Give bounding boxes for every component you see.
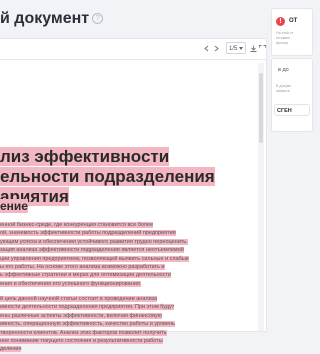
text-line: й цель данной научной статьи состоит в п… xyxy=(0,296,158,302)
document-viewer: 1/5 лиз эффективности ельности подраздел… xyxy=(0,38,267,353)
text-line: ции управления предприятием, позволяющей… xyxy=(0,255,189,262)
document-page: лиз эффективности ельности подразделения… xyxy=(0,63,258,353)
page-select[interactable]: 1/5 xyxy=(226,42,246,54)
text-line: зация анализа эффективности подразделени… xyxy=(0,247,184,254)
text-line: енной бизнес-среде, где конкуренция стан… xyxy=(0,222,154,228)
generate-button[interactable]: СГЕН xyxy=(274,104,310,116)
heading-line: лиз эффективности xyxy=(0,147,170,166)
paragraph: й цель данной научной статьи состоит в п… xyxy=(0,295,258,354)
chevron-down-icon xyxy=(239,47,243,50)
download-icon[interactable] xyxy=(250,45,257,52)
text-line: ы его работы. На основе этого анализа во… xyxy=(0,264,165,271)
chevron-right-icon[interactable] xyxy=(213,45,220,52)
page-title: й документ? xyxy=(0,10,104,28)
vertical-scrollbar[interactable] xyxy=(258,63,264,331)
page-title-text: й документ xyxy=(0,10,90,27)
text-line: деления xyxy=(0,346,22,353)
section-title: ение xyxy=(0,199,28,213)
page-select-value: 1/5 xyxy=(229,46,238,52)
info-label: в до xyxy=(278,67,289,73)
info-card: в до В докуме заимств СГЕН xyxy=(271,58,313,132)
warning-text: На этой ст готовым фильтр xyxy=(276,31,293,46)
text-line: творенности клиентов. Анализ этих фактор… xyxy=(0,329,167,336)
info-text-line: заимств xyxy=(276,89,290,93)
warning-card: ! ОТ На этой ст готовым фильтр xyxy=(271,8,313,56)
question-icon[interactable]: ? xyxy=(92,13,104,24)
text-line: ующим успеха и обеспечения устойчивого р… xyxy=(0,238,188,245)
chevron-left-icon[interactable] xyxy=(203,45,210,52)
text-line: ивности деятельности подразделения предп… xyxy=(0,304,175,311)
text-line: ивность, операционную эффективность, кач… xyxy=(0,321,175,328)
info-text: В докуме заимств xyxy=(276,84,291,94)
text-line: ой, значимость эффективности работы подр… xyxy=(0,230,176,237)
text-line: ное понимание текущего состояния и резул… xyxy=(0,338,163,345)
scrollbar-thumb[interactable] xyxy=(259,73,263,143)
text-line: ь эффективные стратегии в мерах для опти… xyxy=(0,272,171,279)
section-title-text: ение xyxy=(0,199,28,213)
warning-icon: ! xyxy=(276,17,285,26)
heading-line: ельности подразделения xyxy=(0,167,215,186)
warning-label: ОТ xyxy=(289,18,298,24)
viewer-toolbar: 1/5 xyxy=(0,39,266,60)
fullscreen-icon[interactable] xyxy=(259,45,266,52)
warning-text-line: фильтр xyxy=(276,41,289,45)
text-line: ены различные аспекты эффективности, вкл… xyxy=(0,312,162,319)
text-line: ения и обеспечения его успешного функцио… xyxy=(0,280,142,287)
document-heading: лиз эффективности ельности подразделения… xyxy=(0,147,215,207)
paragraph: енной бизнес-среде, где конкуренция стан… xyxy=(0,221,258,288)
side-panel: ! ОТ На этой ст готовым фильтр в до В до… xyxy=(271,0,313,330)
